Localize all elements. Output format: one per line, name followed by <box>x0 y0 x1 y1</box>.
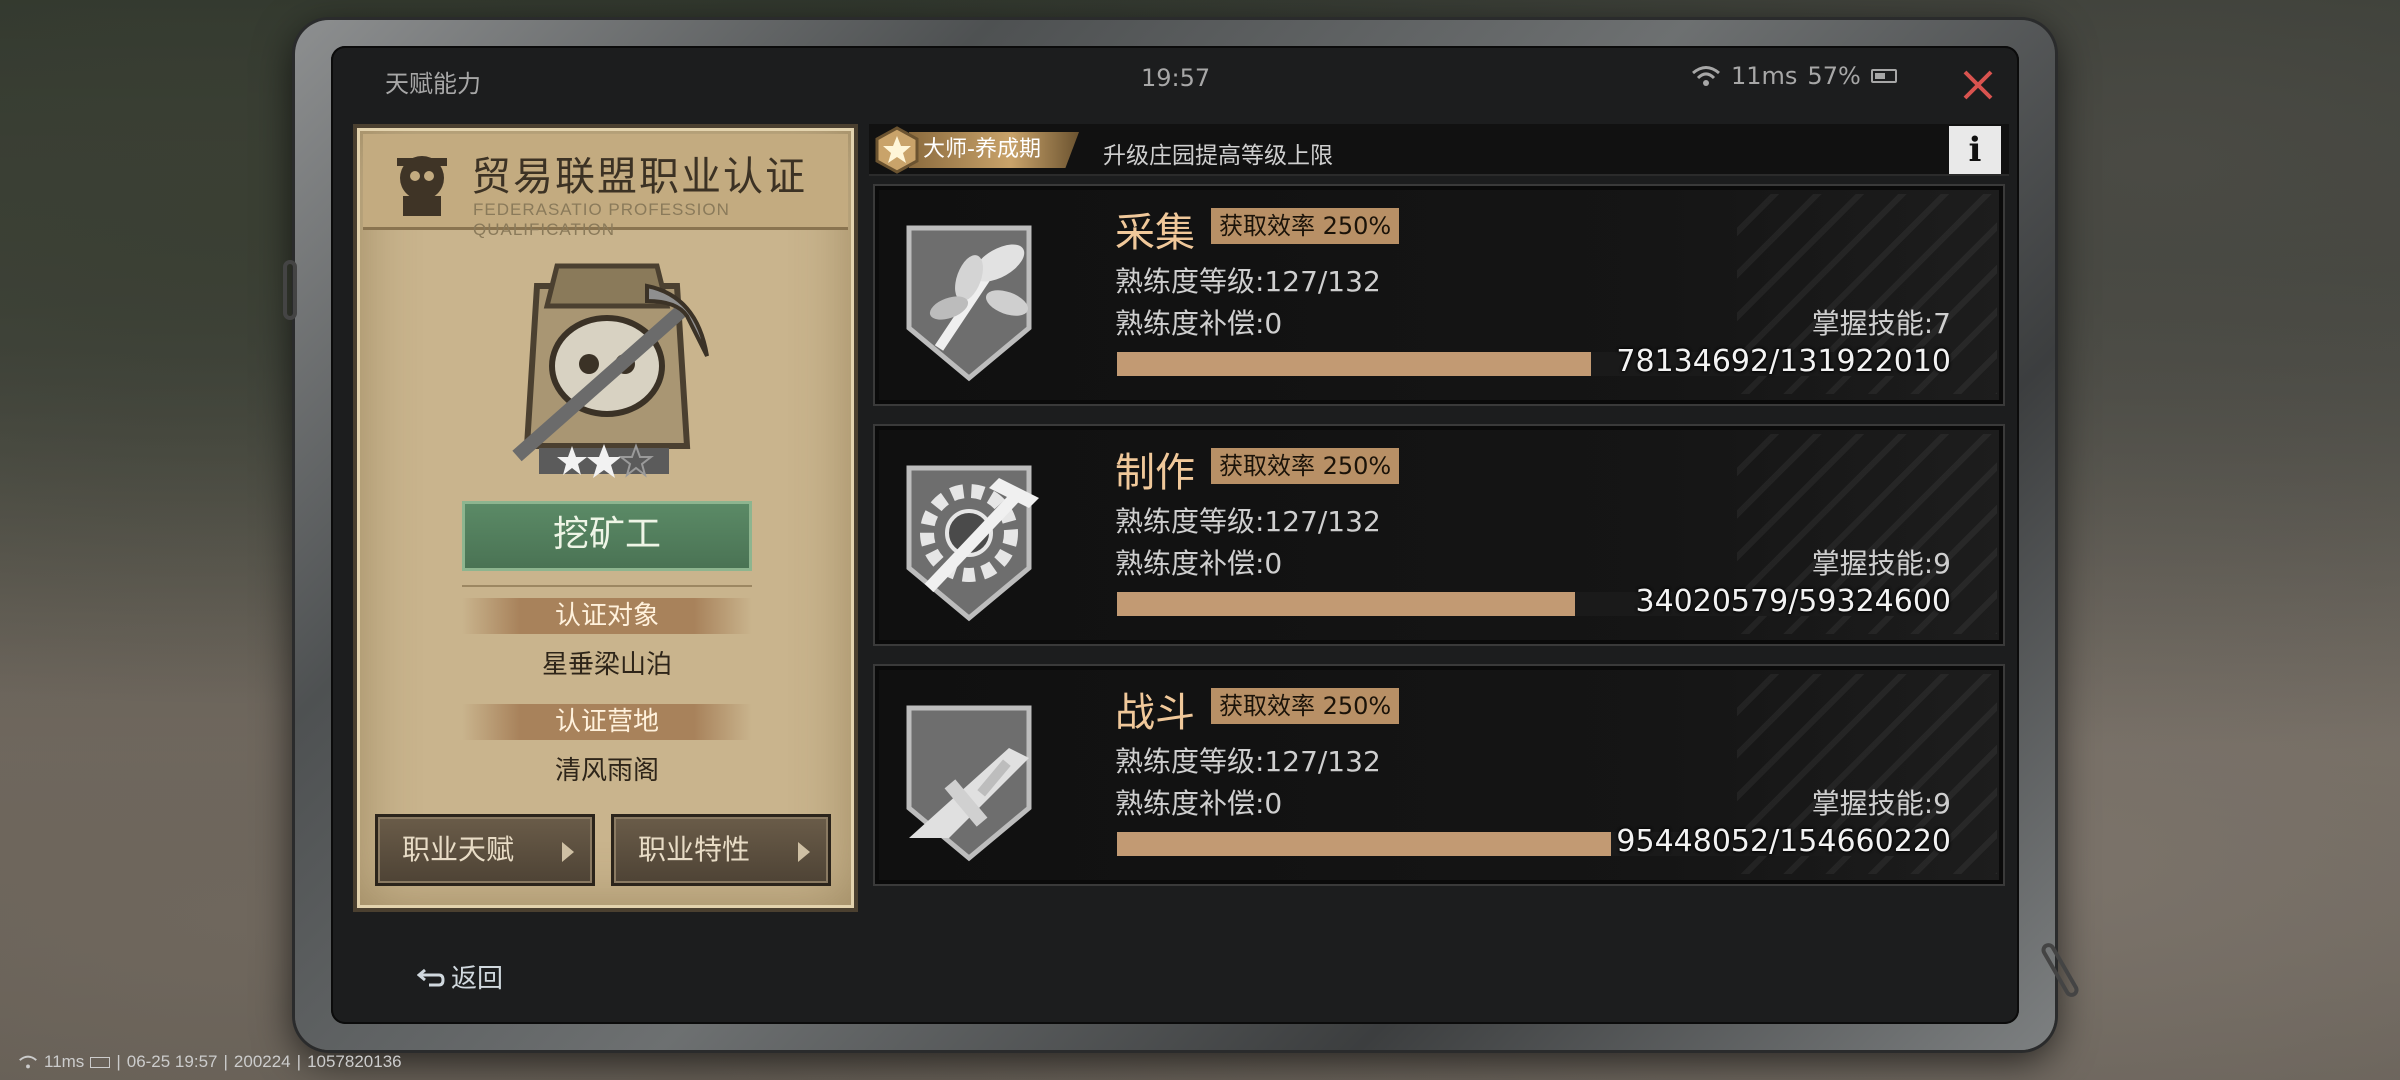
mastered-skills: 掌握技能:7 <box>1811 307 1951 340</box>
progress-text: 78134692/131922010 <box>1616 344 1951 379</box>
profession-card: 贸易联盟职业认证 FEDERASATIO PROFESSION QUALIFIC… <box>353 124 858 912</box>
job-title-button[interactable]: 挖矿工 <box>462 501 752 571</box>
proficiency-level: 熟练度等级:127/132 <box>1115 505 1381 538</box>
submachine-gun-icon <box>906 705 1032 862</box>
skill-name: 采集 <box>1115 210 1195 256</box>
proficiency-level: 熟练度等级:127/132 <box>1115 745 1381 778</box>
close-icon[interactable] <box>1961 68 1995 102</box>
status-bar: 天赋能力 19:57 11ms 57% <box>331 46 2019 106</box>
rank-tag: 大师-养成期 <box>909 132 1079 168</box>
bottom-ping: 11ms <box>44 1052 85 1071</box>
gear-hammer-icon <box>906 465 1039 622</box>
bottom-code2: 1057820136 <box>307 1052 402 1071</box>
skill-card-gather[interactable]: 采集 获取效率 250% 熟练度等级:127/132 熟练度补偿:0 掌握技能:… <box>873 184 2005 406</box>
tablet-frame: 天赋能力 19:57 11ms 57% 贸易联盟职业认证 FEDERASATIO… <box>283 20 2082 1050</box>
card-header: 贸易联盟职业认证 FEDERASATIO PROFESSION QUALIFIC… <box>363 134 848 239</box>
ping-value: 11ms <box>1731 62 1798 90</box>
progress-text: 34020579/59324600 <box>1635 584 1952 619</box>
info-button[interactable]: i <box>1949 126 2001 174</box>
skill-name: 制作 <box>1115 450 1195 496</box>
certified-camp-value: 清风雨阁 <box>554 756 659 786</box>
trade-alliance-emblem-icon <box>397 156 447 216</box>
bottom-datetime: 06-25 19:57 <box>126 1052 218 1071</box>
proficiency-compensation: 熟练度补偿:0 <box>1115 307 1283 340</box>
frame-strap-left <box>283 260 297 320</box>
rank-description: 升级庄园提高等级上限 <box>1103 143 1333 169</box>
certified-target-value: 星垂梁山泊 <box>541 650 672 680</box>
proficiency-level: 熟练度等级:127/132 <box>1115 265 1381 298</box>
battery-icon <box>1870 69 1897 83</box>
battery-percent: 57% <box>1807 62 1861 90</box>
return-arrow-icon <box>417 968 445 986</box>
efficiency-badge: 获取效率 250% <box>1211 448 1400 484</box>
battery-icon <box>90 1056 111 1068</box>
progress-fill <box>1117 832 1611 856</box>
card-title: 贸易联盟职业认证 <box>471 154 807 200</box>
separator: | <box>116 1052 121 1071</box>
window-title: 天赋能力 <box>385 70 481 98</box>
skill-name: 战斗 <box>1115 690 1195 736</box>
bottom-status-bar: 11ms | 06-25 19:57 | 200224 | 1057820136 <box>18 1052 402 1072</box>
plant-bundle-icon <box>906 225 1032 382</box>
certified-target-label: 认证对象 <box>462 598 752 634</box>
profession-talent-button[interactable]: 职业天赋 <box>375 814 595 886</box>
proficiency-compensation: 熟练度补偿:0 <box>1115 787 1283 820</box>
progress-fill <box>1117 592 1576 616</box>
efficiency-badge: 获取效率 250% <box>1211 208 1400 244</box>
back-button[interactable]: 返回 <box>417 958 503 995</box>
tablet-screen: 天赋能力 19:57 11ms 57% 贸易联盟职业认证 FEDERASATIO… <box>331 46 2019 1024</box>
certified-camp-label: 认证营地 <box>462 704 752 740</box>
back-label: 返回 <box>451 964 504 994</box>
profession-trait-button[interactable]: 职业特性 <box>611 814 831 886</box>
arrow-right-icon <box>798 842 810 862</box>
wifi-icon <box>1692 66 1720 86</box>
bottom-code1: 200224 <box>233 1052 291 1071</box>
divider <box>462 585 752 587</box>
mastered-skills: 掌握技能:9 <box>1811 787 1951 820</box>
mastered-skills: 掌握技能:9 <box>1811 547 1951 580</box>
proficiency-compensation: 熟练度补偿:0 <box>1115 547 1283 580</box>
profession-talent-label: 职业天赋 <box>402 833 515 866</box>
profession-trait-label: 职业特性 <box>638 833 751 866</box>
rank-star-badge-icon <box>875 126 919 174</box>
efficiency-badge: 获取效率 250% <box>1211 688 1400 724</box>
arrow-right-icon <box>562 842 574 862</box>
status-indicators: 11ms 57% <box>1691 62 1897 90</box>
status-time: 19:57 <box>1141 64 1211 92</box>
frame-strap-right <box>2038 940 2082 1000</box>
skill-card-craft[interactable]: 制作 获取效率 250% 熟练度等级:127/132 熟练度补偿:0 掌握技能:… <box>873 424 2005 646</box>
wifi-icon <box>19 1055 37 1069</box>
skill-card-combat[interactable]: 战斗 获取效率 250% 熟练度等级:127/132 熟练度补偿:0 掌握技能:… <box>873 664 2005 886</box>
card-subtitle: FEDERASATIO PROFESSION QUALIFICATION <box>473 200 730 239</box>
rank-row: 大师-养成期 升级庄园提高等级上限 i <box>869 124 2009 176</box>
star-rating <box>539 443 669 478</box>
separator: | <box>296 1052 302 1071</box>
progress-fill <box>1117 352 1591 376</box>
separator: | <box>223 1052 228 1071</box>
progress-text: 95448052/154660220 <box>1616 824 1951 859</box>
